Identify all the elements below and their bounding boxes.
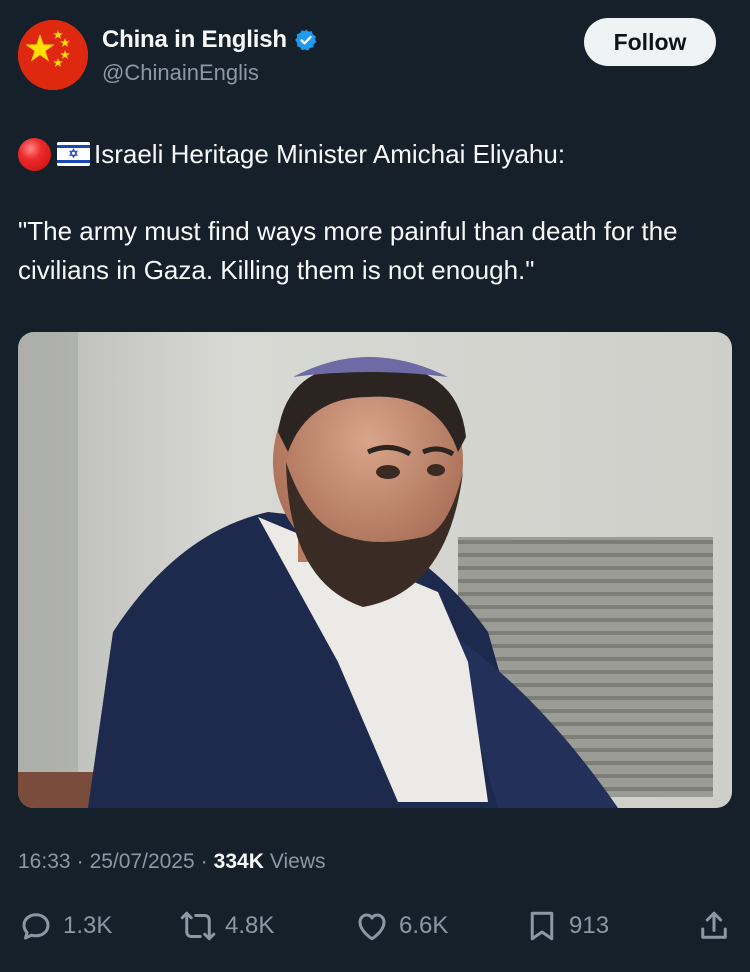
like-count: 6.6K [399,912,449,939]
tweet-header: China in English @ChinainEnglis Follow [18,18,716,94]
views-label: Views [269,850,326,873]
action-bar: 1.3K 4.8K 6.6K 913 [18,903,732,949]
bookmark-count: 913 [569,912,610,939]
share-button[interactable] [696,903,732,949]
like-button[interactable]: 6.6K [354,903,448,949]
verified-badge-icon [294,29,317,51]
bookmark-button[interactable]: 913 [524,903,609,949]
views-count: 334K [213,850,264,873]
repost-button[interactable]: 4.8K [180,903,274,949]
follow-button[interactable]: Follow [584,18,716,66]
tweet-photo[interactable] [18,332,732,808]
heart-icon [358,913,386,941]
tweet-time[interactable]: 16:33 [18,850,71,874]
meta-separator: · [200,850,208,873]
tweet-headline: Israeli Heritage Minister Amichai Eliyah… [94,138,566,169]
tweet-date[interactable]: 25/07/2025 [90,850,195,874]
avatar[interactable] [18,20,88,90]
tweet-text: Israeli Heritage Minister Amichai Eliyah… [18,134,724,290]
account-handle[interactable]: @ChinainEnglis [102,60,259,86]
meta-separator: · [76,850,84,873]
share-icon [701,911,727,939]
tweet-meta: 16:33 · 25/07/2025 · 334K Views [18,850,326,874]
repost-icon [180,911,216,941]
reply-count: 1.3K [63,912,113,939]
portrait-photo [18,332,732,808]
repost-count: 4.8K [225,912,275,939]
reply-icon [22,913,50,940]
reply-button[interactable]: 1.3K [18,903,112,949]
tweet-headline-line: Israeli Heritage Minister Amichai Eliyah… [18,134,724,174]
display-name[interactable]: China in English [102,26,287,54]
name-row: China in English [102,26,318,54]
red-circle-icon [18,137,51,171]
israel-flag-icon [57,142,90,166]
bookmark-icon [530,911,554,941]
china-flag-icon [18,20,88,90]
tweet-quote: "The army must find ways more painful th… [18,216,678,285]
